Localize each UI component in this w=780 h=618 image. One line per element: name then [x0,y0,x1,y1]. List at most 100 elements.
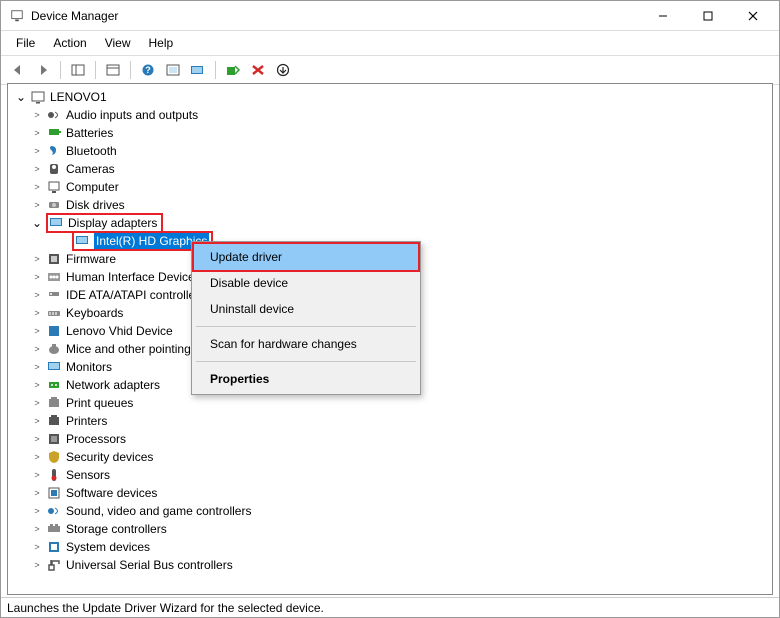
toolbar-separator [215,61,216,79]
status-bar: Launches the Update Driver Wizard for th… [1,597,779,617]
expand-icon[interactable]: > [30,450,44,464]
category-icon [46,431,62,447]
expand-icon[interactable]: > [30,432,44,446]
uninstall-button[interactable] [247,59,269,81]
enable-button[interactable] [272,59,294,81]
expand-icon[interactable]: > [30,108,44,122]
close-button[interactable] [730,1,775,30]
expand-icon[interactable]: > [30,144,44,158]
context-item-properties[interactable]: Properties [194,366,418,392]
tree-item-label: Display adapters [68,216,157,230]
expand-icon[interactable]: > [30,486,44,500]
forward-button[interactable] [32,59,54,81]
show-hide-tree-button[interactable] [67,59,89,81]
toolbar: ? [1,56,779,85]
tree-item-label: Disk drives [66,198,125,212]
expand-icon[interactable]: > [30,396,44,410]
scan-hardware-button[interactable] [222,59,244,81]
tree-category[interactable]: >Printers [8,412,772,430]
update-driver-button[interactable] [187,59,209,81]
title-bar: Device Manager [1,1,779,31]
expand-icon[interactable]: > [30,180,44,194]
expand-icon[interactable]: > [30,126,44,140]
expand-icon[interactable]: > [30,540,44,554]
category-icon [46,503,62,519]
expand-icon[interactable]: > [30,198,44,212]
category-icon [46,143,62,159]
tree-item-label: Human Interface Device [66,270,195,284]
collapse-icon[interactable]: ⌄ [30,216,44,230]
tree-category[interactable]: > Disk drives [8,196,772,214]
category-icon [46,413,62,429]
expand-icon[interactable]: > [30,162,44,176]
category-icon [46,269,62,285]
maximize-button[interactable] [685,1,730,30]
tree-item-label: Bluetooth [66,144,117,158]
tree-category[interactable]: > Computer [8,178,772,196]
tree-category[interactable]: >Sound, video and game controllers [8,502,772,520]
tree-item-label: Keyboards [66,306,123,320]
toolbar-separator [95,61,96,79]
context-menu-separator [196,361,416,362]
expand-icon[interactable]: > [30,270,44,284]
category-icon [46,485,62,501]
tree-category[interactable]: >Cameras [8,160,772,178]
category-icon [46,449,62,465]
category-icon [46,323,62,339]
context-menu: Update driverDisable deviceUninstall dev… [191,241,421,395]
menu-file[interactable]: File [7,33,44,53]
tree-category[interactable]: > Batteries [8,124,772,142]
tree-category[interactable]: >Audio inputs and outputs [8,106,772,124]
tree-item-label: System devices [66,540,150,554]
help-button[interactable]: ? [137,59,159,81]
expand-icon[interactable]: > [30,468,44,482]
menu-action[interactable]: Action [44,33,95,53]
menu-help[interactable]: Help [140,33,183,53]
tree-category[interactable]: > System devices [8,538,772,556]
context-item-update-driver[interactable]: Update driver [194,244,418,270]
window-buttons [640,1,775,30]
category-icon [46,161,62,177]
tree-root[interactable]: ⌄LENOVO1 [8,88,772,106]
properties-button[interactable] [102,59,124,81]
category-icon [46,467,62,483]
display-adapter-icon [74,233,90,249]
minimize-button[interactable] [640,1,685,30]
back-button[interactable] [7,59,29,81]
tree-category-display-adapters[interactable]: ⌄ Display adapters [8,214,772,232]
context-item-uninstall-device[interactable]: Uninstall device [194,296,418,322]
tree-item-label: Batteries [66,126,113,140]
expand-icon[interactable]: > [30,360,44,374]
action-button[interactable] [162,59,184,81]
category-icon [46,179,62,195]
tree-category[interactable]: >Security devices [8,448,772,466]
expand-icon[interactable]: > [30,324,44,338]
expand-icon[interactable]: > [30,522,44,536]
expand-icon[interactable]: > [30,378,44,392]
context-item-scan-for-hardware-changes[interactable]: Scan for hardware changes [194,331,418,357]
context-item-highlight-box: Update driver [192,242,420,272]
category-icon [46,125,62,141]
expand-icon[interactable]: > [30,414,44,428]
tree-category[interactable]: >Universal Serial Bus controllers [8,556,772,574]
expand-icon[interactable]: > [30,252,44,266]
tree-category[interactable]: > Bluetooth [8,142,772,160]
expand-icon[interactable]: > [30,342,44,356]
tree-category[interactable]: >Print queues [8,394,772,412]
display-adapter-icon [48,215,64,231]
category-icon [46,341,62,357]
menu-view[interactable]: View [96,33,140,53]
tree-item-label: Computer [66,180,119,194]
expand-icon[interactable]: > [30,288,44,302]
category-icon [46,521,62,537]
context-item-disable-device[interactable]: Disable device [194,270,418,296]
tree-category[interactable]: >Software devices [8,484,772,502]
tree-category[interactable]: >Processors [8,430,772,448]
tree-category[interactable]: >Storage controllers [8,520,772,538]
tree-item-label: IDE ATA/ATAPI controlle [66,288,195,302]
expand-icon[interactable]: > [30,306,44,320]
expand-icon[interactable]: > [30,504,44,518]
collapse-icon[interactable]: ⌄ [14,90,28,104]
tree-category[interactable]: >Sensors [8,466,772,484]
expand-icon[interactable]: > [30,558,44,572]
